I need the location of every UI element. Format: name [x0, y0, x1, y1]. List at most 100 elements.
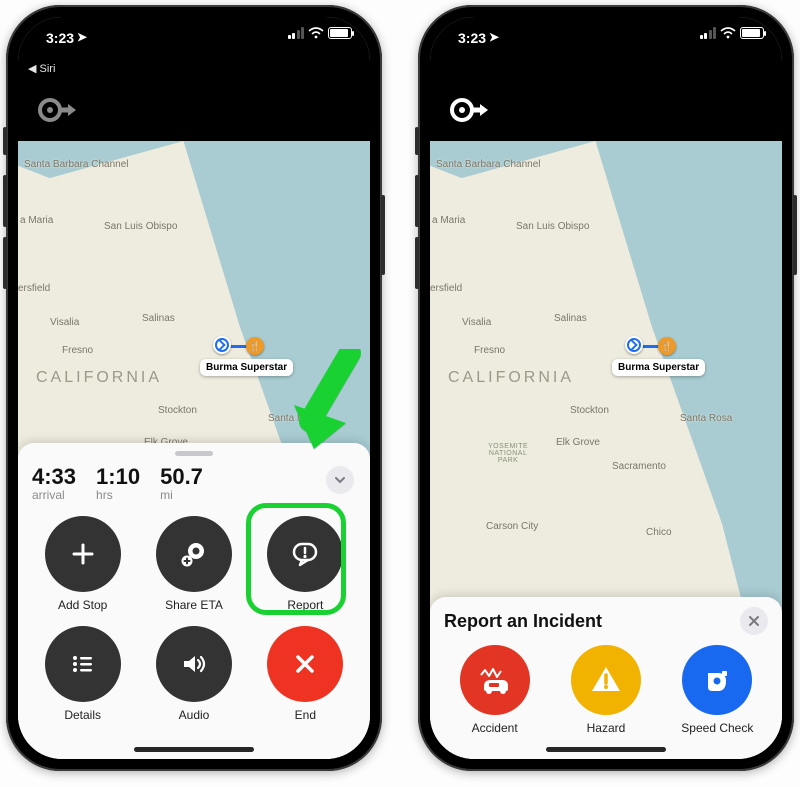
speed-check-button[interactable]: Speed Check — [667, 645, 768, 735]
ringer-switch — [3, 127, 7, 155]
close-icon — [291, 650, 319, 678]
notch — [109, 17, 279, 47]
side-button — [381, 195, 385, 275]
hazard-button[interactable]: Hazard — [555, 645, 656, 735]
report-icon — [288, 537, 322, 571]
battery-icon — [328, 27, 352, 39]
cell-signal-icon — [288, 27, 305, 39]
volume-down-button — [415, 237, 419, 289]
close-button[interactable] — [740, 607, 768, 635]
nav-header — [18, 79, 370, 141]
card-grabber[interactable] — [175, 451, 213, 456]
map-label-santa-maria: a Maria — [432, 215, 465, 226]
map-label-santa-maria: a Maria — [20, 215, 53, 226]
map-label-santa-barbara-channel: Santa Barbara Channel — [436, 159, 541, 170]
poi-label[interactable]: Burma Superstar — [612, 359, 705, 376]
map-label-california: CALIFORNIA — [36, 369, 162, 387]
map-label-sacramento: Sacramento — [612, 461, 666, 472]
accident-icon — [475, 660, 515, 700]
poi-label[interactable]: Burma Superstar — [200, 359, 293, 376]
status-time: 3:23 — [458, 30, 486, 46]
details-label: Details — [64, 708, 101, 722]
current-location-pin[interactable] — [625, 336, 643, 354]
destination-pin[interactable] — [246, 337, 264, 355]
cell-signal-icon — [700, 27, 717, 39]
map-label-yosemite: YOSEMITENATIONALPARK — [488, 443, 528, 464]
collapse-button[interactable] — [326, 466, 354, 494]
audio-label: Audio — [179, 708, 210, 722]
nav-card: 4:33 arrival 1:10 hrs 50.7 mi — [18, 443, 370, 759]
map-label-chico: Chico — [646, 527, 672, 538]
wifi-icon — [720, 27, 736, 39]
incident-card: Report an Incident Accident — [430, 597, 782, 759]
end-label: End — [295, 708, 316, 722]
stat-distance: 50.7 mi — [160, 464, 203, 502]
map-label-salinas: Salinas — [142, 313, 175, 324]
home-indicator[interactable] — [546, 747, 666, 752]
report-label: Report — [287, 598, 323, 612]
phone-frame-left: 3:23 ➤ ◀ Siri Santa Barbara Channel a Ma… — [6, 5, 382, 771]
details-button[interactable]: Details — [32, 626, 133, 722]
screen: 3:23 ➤ ◀ Siri Santa Barbara Channel a Ma… — [18, 17, 370, 759]
volume-up-button — [415, 175, 419, 227]
volume-up-button — [3, 175, 7, 227]
map-label-stockton: Stockton — [570, 405, 609, 416]
share-eta-label: Share ETA — [165, 598, 223, 612]
notch — [521, 17, 691, 47]
map-label-bakersfield: ersfield — [18, 283, 50, 294]
map-label-carson-city: Carson City — [486, 521, 538, 532]
annotation-arrow — [290, 349, 370, 464]
destination-pin[interactable] — [658, 337, 676, 355]
stat-duration: 1:10 hrs — [96, 464, 140, 502]
map-label-california: CALIFORNIA — [448, 369, 574, 387]
map-label-slo: San Luis Obispo — [104, 221, 177, 232]
location-icon: ➤ — [77, 30, 87, 44]
share-eta-icon — [177, 537, 211, 571]
home-indicator[interactable] — [134, 747, 254, 752]
share-eta-button[interactable]: Share ETA — [143, 516, 244, 612]
ringer-switch — [415, 127, 419, 155]
map-label-fresno: Fresno — [474, 345, 505, 356]
chevron-down-icon — [334, 474, 346, 486]
back-to-app[interactable]: . — [430, 59, 782, 79]
map-label-visalia: Visalia — [462, 317, 491, 328]
audio-button[interactable]: Audio — [143, 626, 244, 722]
accident-button[interactable]: Accident — [444, 645, 545, 735]
status-time: 3:23 — [46, 30, 74, 46]
back-app-label: Siri — [40, 63, 56, 75]
map-label-santa-rosa: Santa Rosa — [680, 413, 732, 424]
end-button[interactable]: End — [255, 626, 356, 722]
hazard-icon — [587, 661, 625, 699]
map-label-bakersfield: ersfield — [430, 283, 462, 294]
volume-down-button — [3, 237, 7, 289]
report-button[interactable]: Report — [255, 516, 356, 612]
roundabout-icon — [32, 88, 76, 132]
map-label-visalia: Visalia — [50, 317, 79, 328]
incident-title: Report an Incident — [444, 611, 740, 632]
battery-icon — [740, 27, 764, 39]
speaker-icon — [179, 649, 209, 679]
current-location-pin[interactable] — [213, 336, 231, 354]
accident-label: Accident — [472, 721, 518, 735]
add-stop-button[interactable]: Add Stop — [32, 516, 133, 612]
location-icon: ➤ — [489, 30, 499, 44]
roundabout-icon — [444, 88, 488, 132]
side-button — [793, 195, 797, 275]
speed-check-label: Speed Check — [681, 721, 753, 735]
back-to-app[interactable]: ◀ Siri — [18, 59, 370, 79]
nav-header — [430, 79, 782, 141]
list-icon — [68, 649, 98, 679]
add-stop-label: Add Stop — [58, 598, 107, 612]
stat-arrival: 4:33 arrival — [32, 464, 76, 502]
map-label-santa-barbara-channel: Santa Barbara Channel — [24, 159, 129, 170]
map-label-elk-grove: Elk Grove — [556, 437, 600, 448]
map-label-slo: San Luis Obispo — [516, 221, 589, 232]
map-label-salinas: Salinas — [554, 313, 587, 324]
plus-icon — [67, 538, 99, 570]
wifi-icon — [308, 27, 324, 39]
screen: 3:23 ➤ . Santa Barbara Channel a Maria S… — [430, 17, 782, 759]
speed-check-icon — [698, 661, 736, 699]
hazard-label: Hazard — [587, 721, 626, 735]
map-label-stockton: Stockton — [158, 405, 197, 416]
map-label-fresno: Fresno — [62, 345, 93, 356]
